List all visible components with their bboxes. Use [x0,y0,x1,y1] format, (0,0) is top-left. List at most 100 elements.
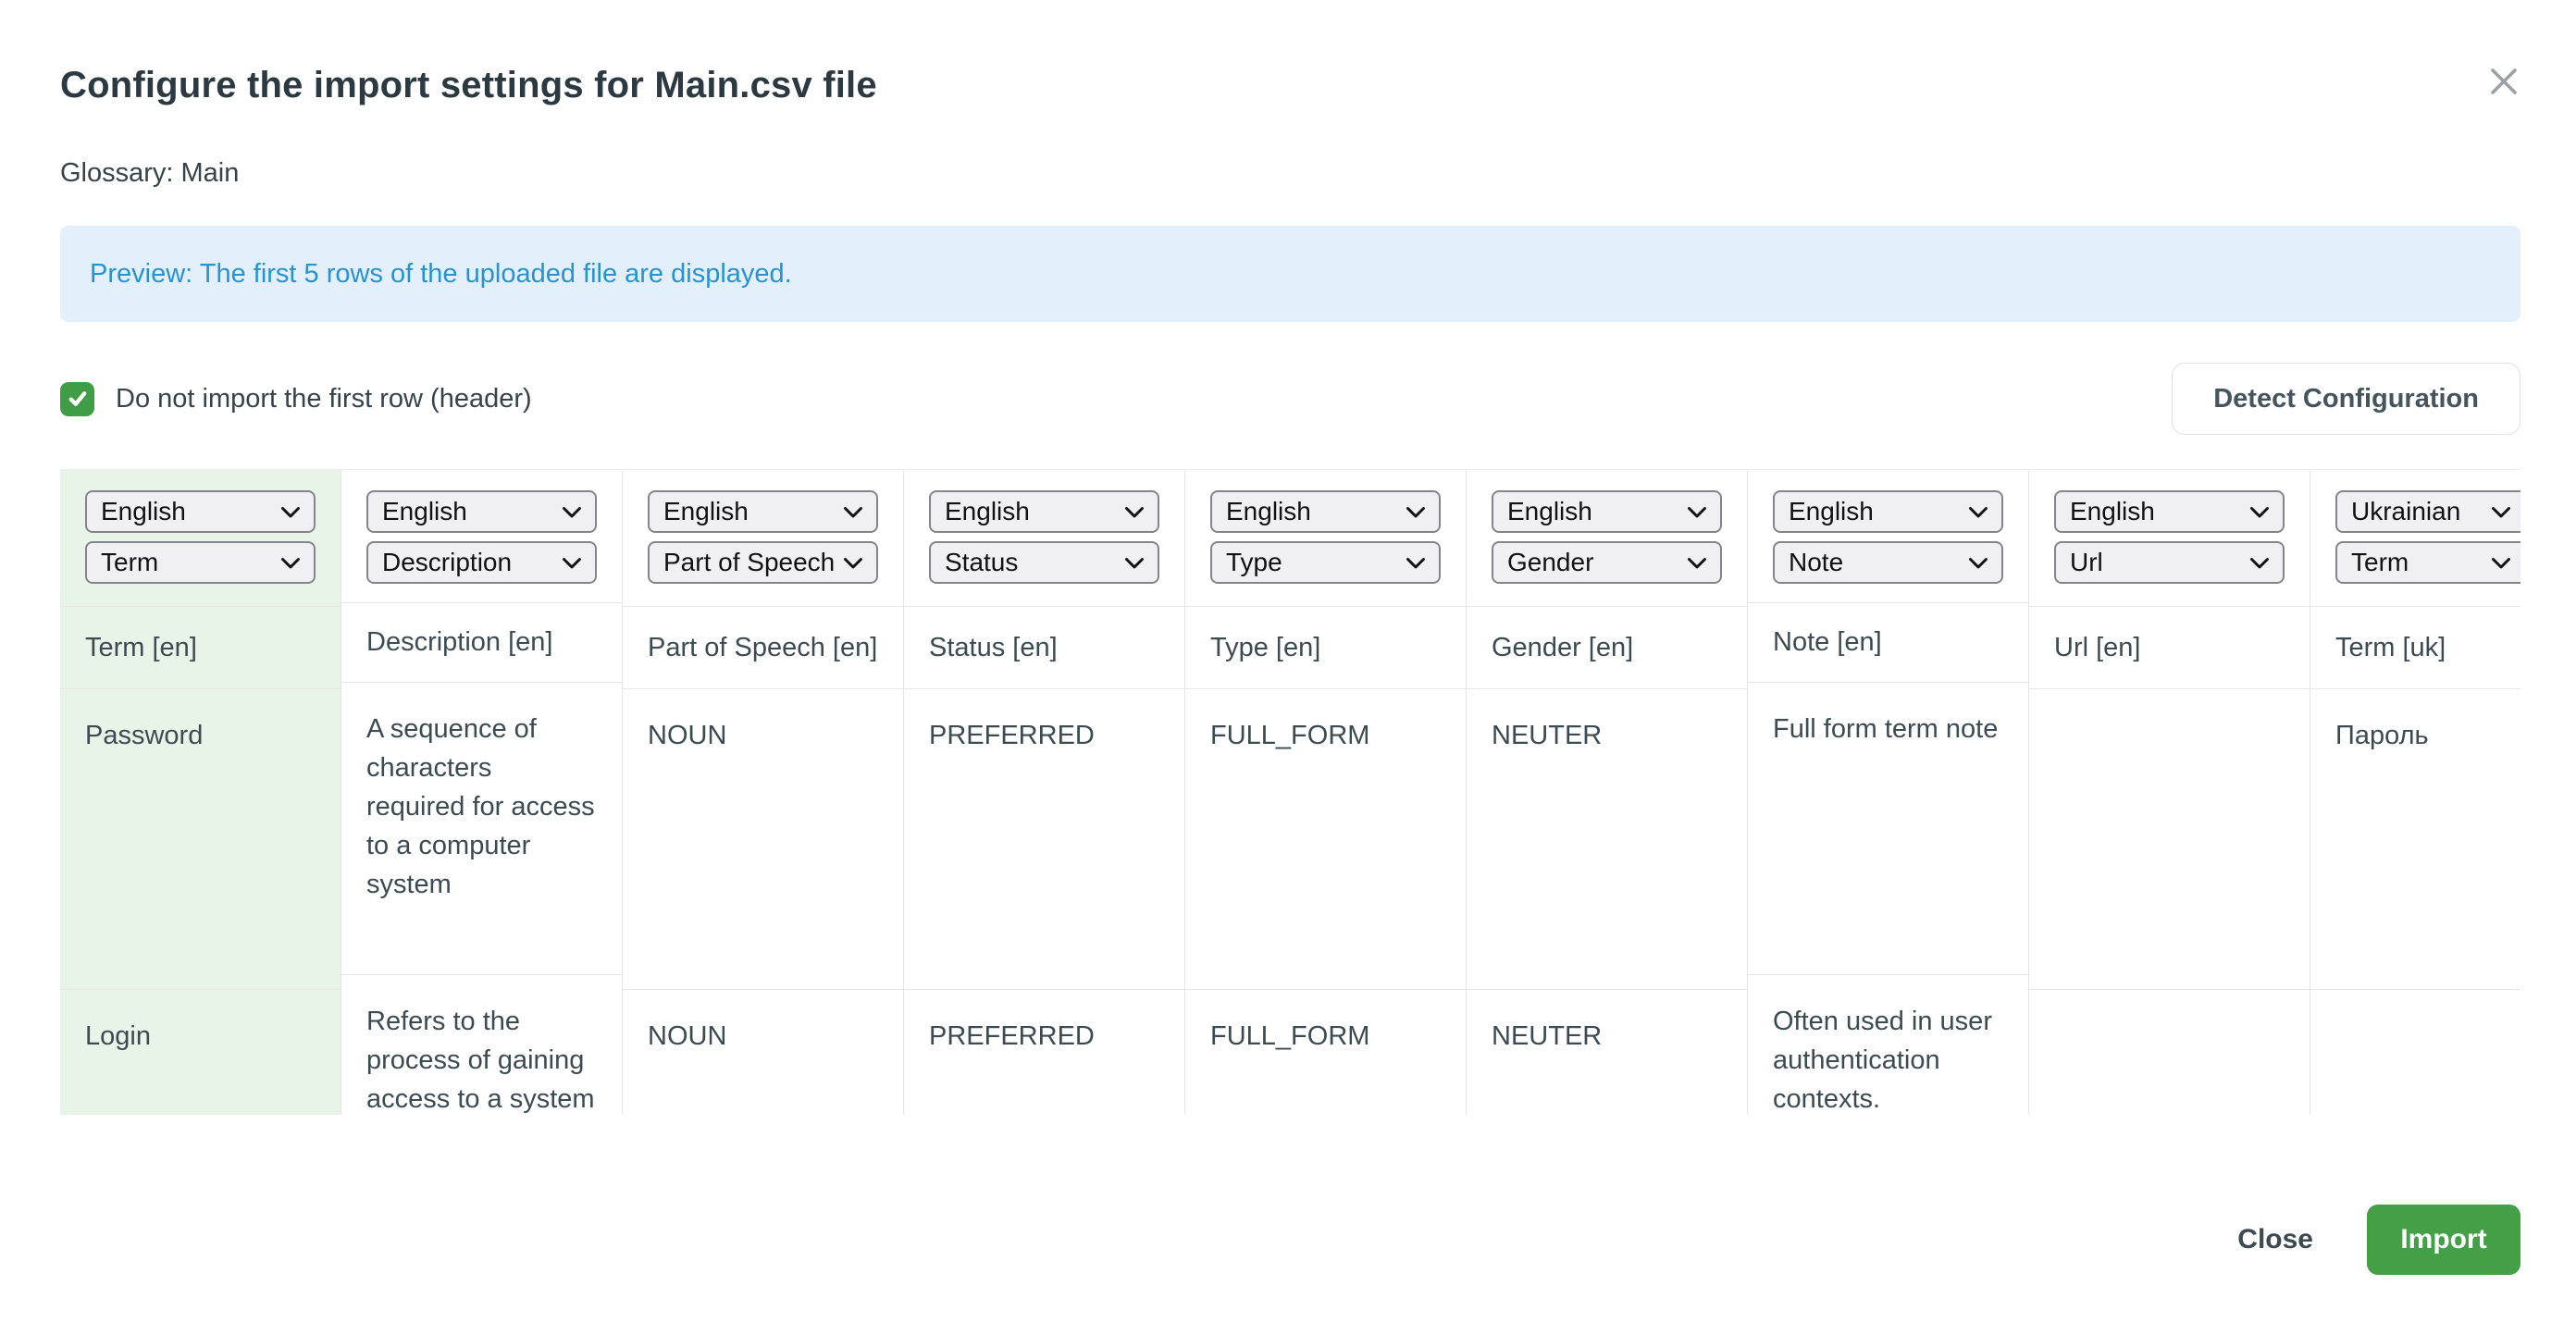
table-column: English Note Note [en] Full form term no… [1748,470,2029,1115]
scheme-select-value: Gender [1507,548,1593,577]
column-mapping-controls: English Description [341,470,622,603]
scheme-select-value: Url [2070,548,2103,577]
preview-info-banner: Preview: The first 5 rows of the uploade… [60,226,2520,322]
scheme-select[interactable]: Type [1210,541,1441,584]
table-column: English Part of Speech Part of Speech [e… [623,470,904,1115]
column-header: Description [en] [341,603,622,683]
chevron-down-icon [1687,557,1707,571]
table-cell: Password [60,689,341,990]
language-select[interactable]: Ukrainian [2335,490,2520,533]
language-select[interactable]: English [1773,490,2003,533]
chevron-down-icon [562,506,582,520]
column-mapping-controls: English Type [1185,470,1466,607]
language-select[interactable]: English [1210,490,1441,533]
table-cell: A sequence of characters required for ac… [341,683,622,975]
preview-table: English Term Term [en] Password Login En… [60,470,2520,1115]
table-column: English Term Term [en] Password Login [60,470,341,1115]
table-column: English Gender Gender [en] NEUTER NEUTER [1467,470,1748,1115]
column-mapping-controls: English Term [60,470,341,607]
modal-footer: Close Import [60,1205,2520,1275]
chevron-down-icon [562,557,582,571]
column-mapping-controls: English Status [904,470,1184,607]
skip-header-checkbox[interactable] [60,382,94,416]
column-mapping-controls: Ukrainian Term [2310,470,2520,607]
table-cell: NEUTER [1467,990,1747,1115]
language-select-value: English [945,497,1030,526]
chevron-down-icon [280,506,301,520]
table-column: English Status Status [en] PREFERRED PRE… [904,470,1185,1115]
glossary-label: Glossary: [60,158,173,188]
column-header: Term [en] [60,607,341,689]
chevron-down-icon [2491,506,2511,520]
scheme-select-value: Term [2351,548,2409,577]
glossary-line: Glossary:Main [60,158,2520,189]
scheme-select[interactable]: Status [929,541,1159,584]
chevron-down-icon [2249,506,2270,520]
language-select[interactable]: English [929,490,1159,533]
scheme-select[interactable]: Part of Speech [648,541,878,584]
table-column: Ukrainian Term Term [uk] Пароль [2310,470,2520,1115]
table-cell: PREFERRED [904,990,1184,1115]
column-header: Part of Speech [en] [623,607,903,689]
chevron-down-icon [1124,557,1145,571]
column-header: Gender [en] [1467,607,1747,689]
language-select-value: English [382,497,467,526]
table-cell: NEUTER [1467,689,1747,990]
language-select[interactable]: English [85,490,316,533]
scheme-select[interactable]: Gender [1492,541,1722,584]
chevron-down-icon [1406,506,1426,520]
language-select[interactable]: English [1492,490,1722,533]
table-cell: NOUN [623,990,903,1115]
x-glyph [2489,67,2519,96]
chevron-down-icon [1968,557,1988,571]
language-select-value: English [1507,497,1592,526]
preview-table-viewport: English Term Term [en] Password Login En… [60,469,2520,1115]
chevron-down-icon [1968,506,1988,520]
chevron-down-icon [1687,506,1707,520]
scheme-select-value: Type [1226,548,1282,577]
table-column: English Description Description [en] A s… [341,470,623,1115]
table-cell: Refers to the process of gaining access … [341,975,622,1115]
language-select-value: English [101,497,186,526]
scheme-select-value: Term [101,548,158,577]
table-cell: Login [60,990,341,1115]
language-select-value: English [1226,497,1311,526]
scheme-select[interactable]: Term [2335,541,2520,584]
close-button[interactable]: Close [2237,1224,2313,1255]
scheme-select[interactable]: Term [85,541,316,584]
scheme-select[interactable]: Url [2054,541,2285,584]
table-cell: Пароль [2310,689,2520,990]
table-cell: FULL_FORM [1185,689,1466,990]
chevron-down-icon [2249,557,2270,571]
language-select-value: Ukrainian [2351,497,2460,526]
language-select[interactable]: English [648,490,878,533]
glossary-value: Main [180,158,239,188]
skip-header-label: Do not import the first row (header) [116,384,532,414]
language-select[interactable]: English [2054,490,2285,533]
column-header: Type [en] [1185,607,1466,689]
column-header: Term [uk] [2310,607,2520,689]
controls-row: Do not import the first row (header) Det… [60,363,2520,435]
table-cell: PREFERRED [904,689,1184,990]
table-cell: FULL_FORM [1185,990,1466,1115]
chevron-down-icon [843,506,863,520]
scheme-select[interactable]: Description [366,541,597,584]
column-header: Status [en] [904,607,1184,689]
preview-info-text: Preview: The first 5 rows of the uploade… [90,259,792,290]
table-cell: Often used in user authentication contex… [1748,975,2028,1115]
table-cell [2310,990,2520,1115]
import-settings-modal: Configure the import settings for Main.c… [0,0,2576,1335]
table-column: English Type Type [en] FULL_FORM FULL_FO… [1185,470,1467,1115]
scheme-select[interactable]: Note [1773,541,2003,584]
chevron-down-icon [280,557,301,571]
table-column: English Url Url [en] [2029,470,2310,1115]
chevron-down-icon [2491,557,2511,571]
detect-configuration-button[interactable]: Detect Configuration [2172,363,2520,435]
column-header: Note [en] [1748,603,2028,683]
column-mapping-controls: English Note [1748,470,2028,603]
column-mapping-controls: English Part of Speech [623,470,903,607]
close-icon[interactable] [2483,61,2524,102]
import-button[interactable]: Import [2367,1205,2520,1275]
language-select-value: English [663,497,749,526]
language-select[interactable]: English [366,490,597,533]
